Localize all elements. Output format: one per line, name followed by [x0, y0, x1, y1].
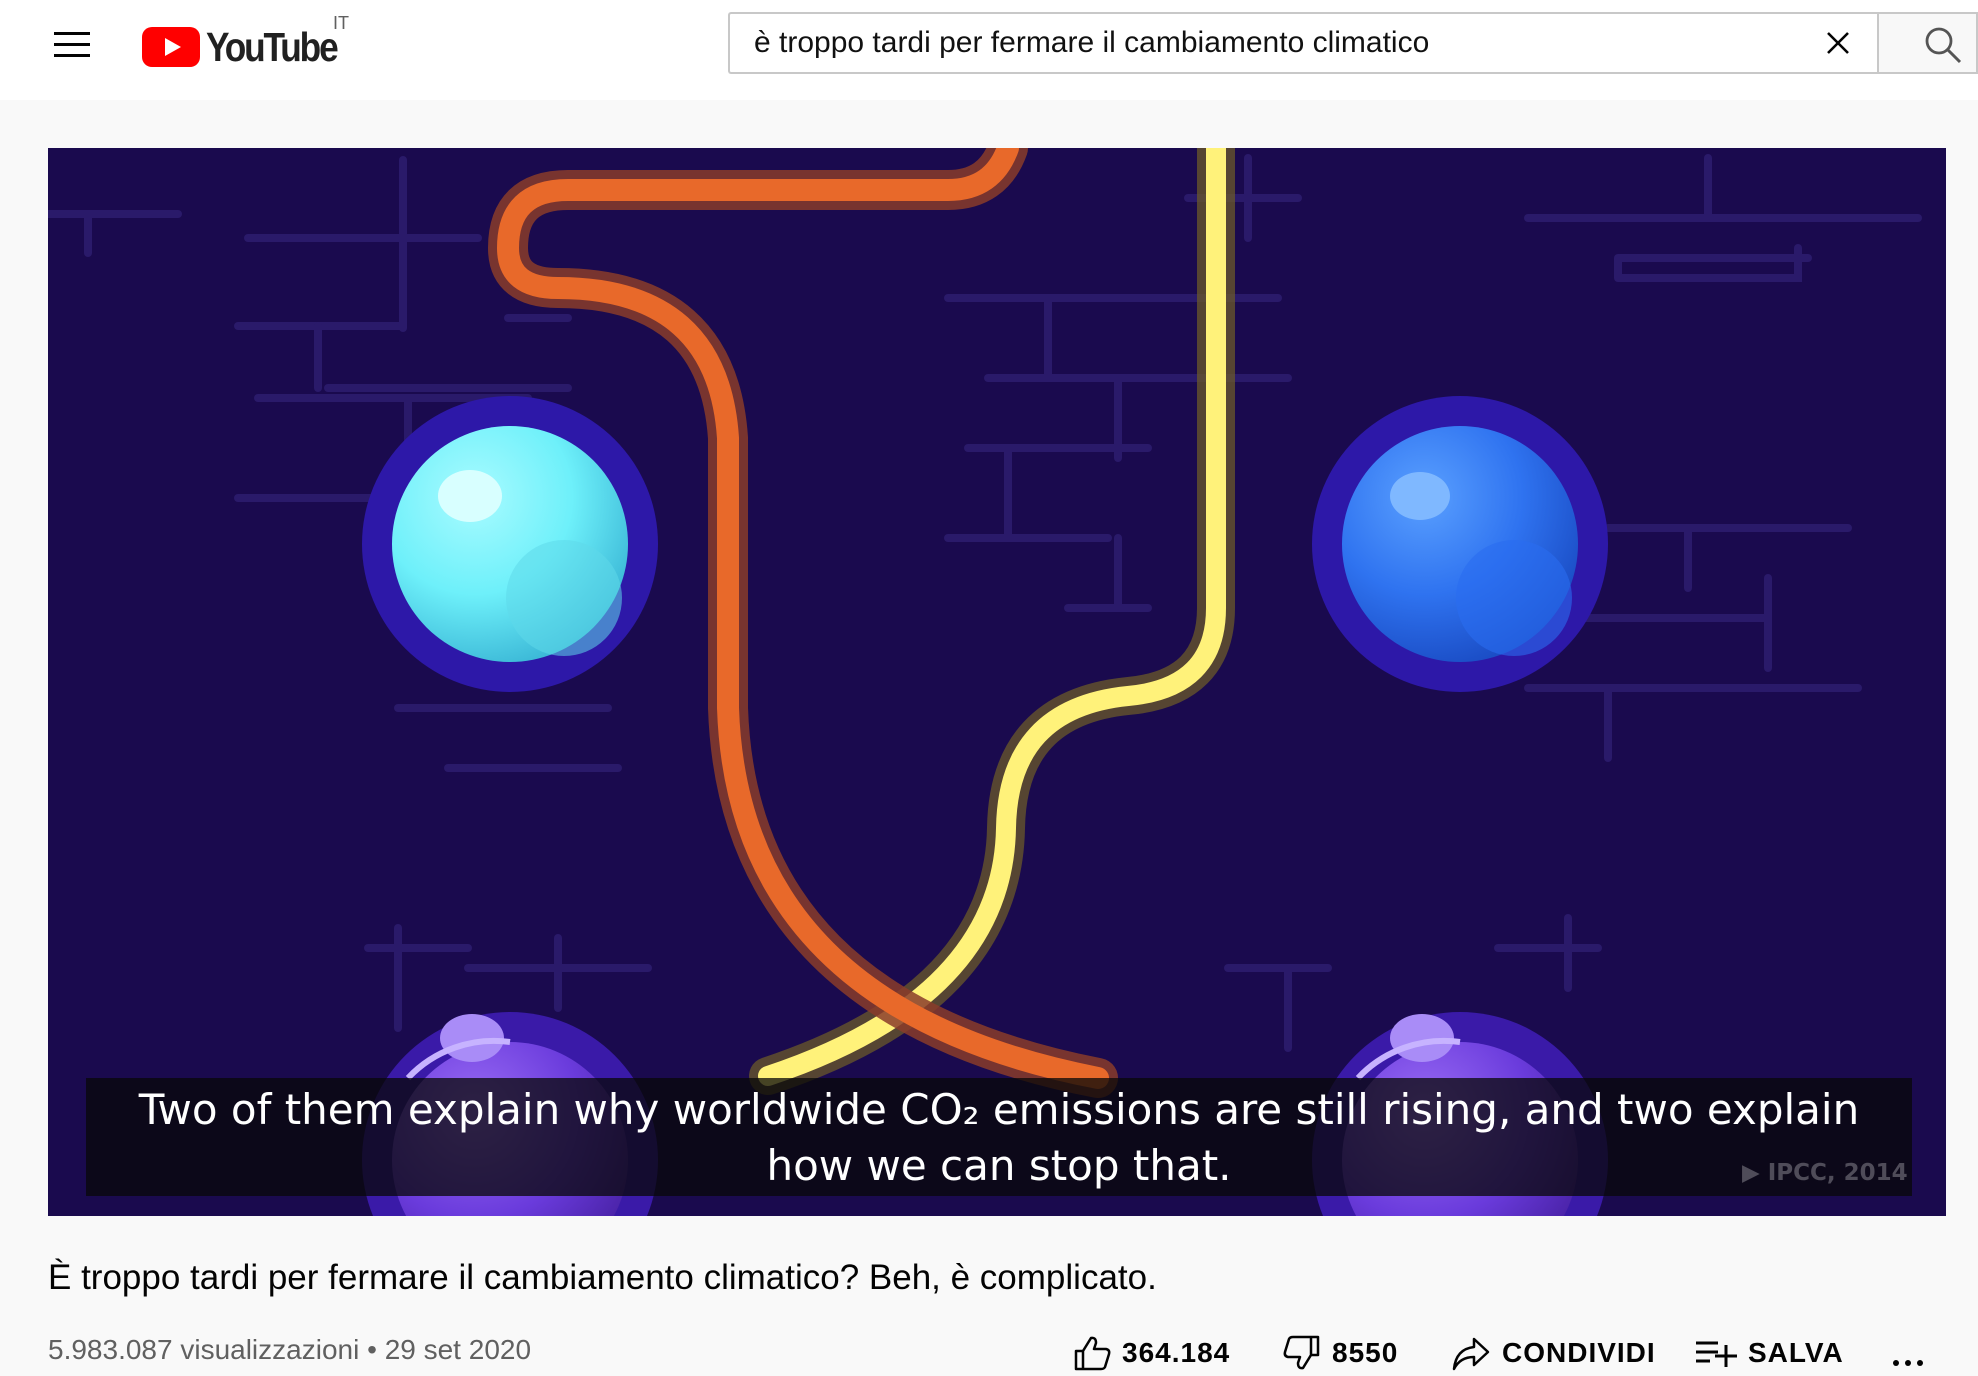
- like-count: 364.184: [1122, 1337, 1231, 1368]
- share-icon: [1452, 1337, 1490, 1371]
- share-button[interactable]: CONDIVIDI: [1450, 1330, 1656, 1376]
- video-meta: 5.983.087 visualizzazioni • 29 set 2020: [48, 1334, 531, 1366]
- youtube-play-icon: [142, 27, 200, 67]
- logo-text: YouTube: [206, 23, 339, 70]
- add-to-playlist-icon: [1696, 1341, 1737, 1367]
- source-watermark: ▶ IPCC, 2014: [1742, 1160, 1908, 1186]
- blue-orb: [1312, 396, 1608, 692]
- dislike-count: 8550: [1332, 1337, 1399, 1368]
- meta-separator: •: [367, 1334, 377, 1365]
- like-button[interactable]: 364.184: [1072, 1330, 1230, 1376]
- video-title: È troppo tardi per fermare il cambiament…: [48, 1258, 1157, 1297]
- search-input[interactable]: [754, 14, 1814, 72]
- save-label: SALVA: [1748, 1337, 1844, 1368]
- search-icon: [1925, 27, 1962, 64]
- dislike-button[interactable]: 8550: [1282, 1330, 1398, 1376]
- caption-line: Two of them explain why worldwide CO₂ em…: [138, 1085, 1860, 1134]
- close-icon[interactable]: [1822, 27, 1854, 59]
- video-caption: Two of them explain why worldwide CO₂ em…: [86, 1078, 1912, 1196]
- region-code: IT: [333, 13, 349, 33]
- save-button[interactable]: SALVA: [1694, 1330, 1844, 1376]
- thumbs-down-icon: [1283, 1335, 1320, 1370]
- share-label: CONDIVIDI: [1502, 1337, 1656, 1368]
- caption-line: how we can stop that.: [766, 1141, 1232, 1190]
- youtube-logo[interactable]: YouTube: [142, 22, 358, 72]
- hamburger-menu-icon[interactable]: [50, 24, 94, 64]
- search-button[interactable]: [1877, 12, 1978, 74]
- search-box: [728, 12, 1878, 74]
- video-player[interactable]: Two of them explain why worldwide CO₂ em…: [48, 148, 1946, 1216]
- view-count: 5.983.087 visualizzazioni: [48, 1334, 360, 1365]
- cyan-orb: [362, 396, 658, 692]
- thumbs-up-icon: [1074, 1336, 1111, 1371]
- video-frame: [48, 148, 1922, 1216]
- upload-date: 29 set 2020: [384, 1334, 532, 1365]
- more-actions-icon[interactable]: [1888, 1330, 1928, 1376]
- masthead: YouTube IT: [0, 0, 1978, 100]
